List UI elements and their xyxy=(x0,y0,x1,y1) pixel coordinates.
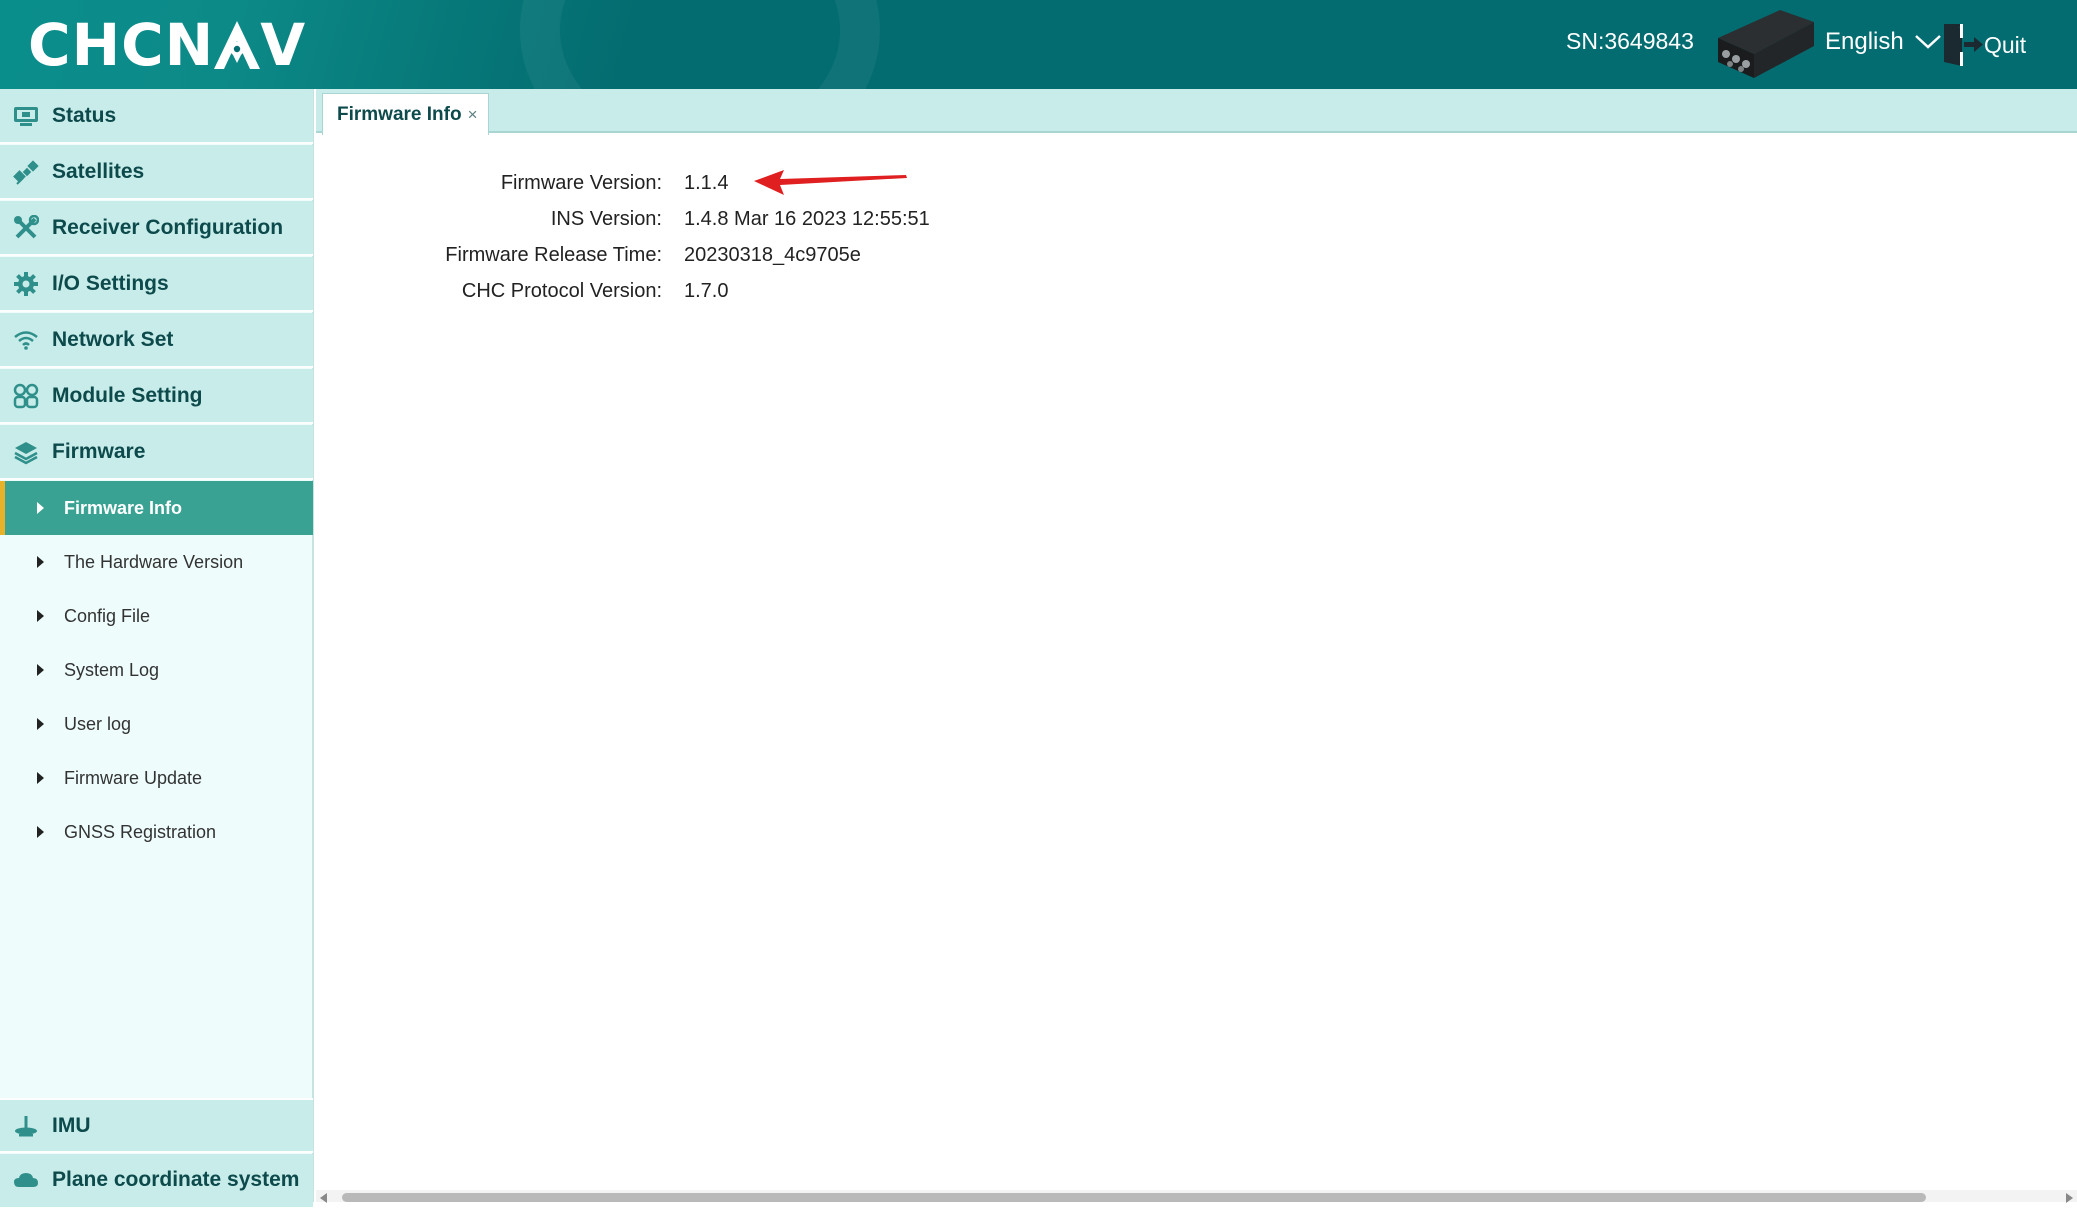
sidebar-subitem-user-log[interactable]: User log xyxy=(0,697,313,751)
info-key: INS Version: xyxy=(550,207,662,230)
info-value: 20230318_4c9705e xyxy=(684,243,861,266)
quit-button[interactable]: Quit xyxy=(1940,22,2026,68)
exit-door-icon xyxy=(1944,24,1983,66)
caret-right-icon xyxy=(37,718,44,730)
info-value: 1.7.0 xyxy=(684,279,729,302)
caret-right-icon xyxy=(37,664,44,676)
sidebar-item-label: Status xyxy=(52,103,117,127)
info-key: Firmware Version: xyxy=(500,171,662,194)
sidebar-item-io-settings[interactable]: I/O Settings xyxy=(0,257,313,312)
info-key: CHC Protocol Version: xyxy=(461,279,662,302)
sidebar-subitem-label: Firmware Update xyxy=(64,767,203,788)
sidebar-subitem-label: User log xyxy=(64,713,132,734)
language-selector[interactable]: English xyxy=(1825,28,1942,56)
modules-icon xyxy=(0,383,52,409)
sidebar-item-receiver-configuration[interactable]: Receiver Configuration xyxy=(0,201,313,256)
caret-right-icon xyxy=(37,826,44,838)
header-swoosh xyxy=(520,0,880,89)
sidebar-subitem-label: System Log xyxy=(64,659,160,680)
info-row-firmware-release-time: Firmware Release Time: 20230318_4c9705e xyxy=(316,240,861,270)
layers-icon xyxy=(0,439,52,465)
annotation-arrow-icon xyxy=(754,170,907,195)
receiver-device-image xyxy=(1718,10,1814,78)
imu-icon xyxy=(0,1114,52,1138)
gear-icon xyxy=(0,271,52,297)
sidebar-item-plane-coordinate-system[interactable]: Plane coordinate system xyxy=(0,1154,313,1209)
logo-text-right: V xyxy=(260,11,307,79)
scrollbar-thumb[interactable] xyxy=(342,1193,1926,1202)
firmware-info-panel: Firmware Version: 1.1.4 INS Version: 1.4… xyxy=(316,135,2077,1185)
info-row-ins-version: INS Version: 1.4.8 Mar 16 2023 12:55:51 xyxy=(316,204,930,234)
info-value: 1.1.4 xyxy=(684,171,729,194)
sidebar-item-label: Satellites xyxy=(52,159,145,183)
sidebar-subitem-label: The Hardware Version xyxy=(64,551,244,572)
monitor-icon xyxy=(0,104,52,128)
info-key: Firmware Release Time: xyxy=(445,243,662,266)
info-value: 1.4.8 Mar 16 2023 12:55:51 xyxy=(684,207,930,230)
sidebar-item-module-setting[interactable]: Module Setting xyxy=(0,369,313,424)
info-row-chc-protocol-version: CHC Protocol Version: 1.7.0 xyxy=(316,276,729,306)
sidebar-item-label: Plane coordinate system xyxy=(52,1168,300,1191)
close-icon[interactable]: × xyxy=(468,105,478,125)
horizontal-scrollbar[interactable] xyxy=(316,1190,2077,1203)
sidebar-subitem-label: Firmware Info xyxy=(64,497,183,518)
sidebar-subitem-firmware-update[interactable]: Firmware Update xyxy=(0,751,313,805)
sidebar-item-satellites[interactable]: Satellites xyxy=(0,145,313,200)
sidebar-subitem-firmware-info[interactable]: Firmware Info xyxy=(0,481,313,535)
sidebar-item-label: Firmware xyxy=(52,439,146,463)
tab-bar: Firmware Info × xyxy=(316,89,2077,135)
logo-text-left: CHCN xyxy=(28,11,215,79)
sidebar-subitem-hardware-version[interactable]: The Hardware Version xyxy=(0,535,313,589)
tab-firmware-info[interactable]: Firmware Info × xyxy=(322,93,489,135)
language-label: English xyxy=(1825,28,1904,55)
sidebar-subitem-gnss-registration[interactable]: GNSS Registration xyxy=(0,805,313,859)
top-header: CHCN V SN:3649843 English Quit xyxy=(0,0,2077,89)
sidebar-item-label: I/O Settings xyxy=(52,271,169,295)
chcnav-logo: CHCN V xyxy=(28,11,307,79)
sidebar-item-label: IMU xyxy=(52,1113,91,1137)
sidebar-subitem-label: GNSS Registration xyxy=(64,821,217,842)
sidebar-item-firmware[interactable]: Firmware xyxy=(0,425,313,480)
sidebar-item-network-set[interactable]: Network Set xyxy=(0,313,313,368)
sidebar-subitem-label: Config File xyxy=(64,605,151,626)
sidebar-subitem-config-file[interactable]: Config File xyxy=(0,589,313,643)
chevron-down-icon xyxy=(1914,35,1941,49)
sidebar-item-status[interactable]: Status xyxy=(0,89,313,144)
satellite-icon xyxy=(0,159,52,185)
serial-number: SN:3649843 xyxy=(1566,28,1694,54)
logo-a-pin-icon xyxy=(214,21,261,69)
caret-right-icon xyxy=(37,556,44,568)
caret-right-icon xyxy=(37,502,44,514)
sidebar-item-label: Module Setting xyxy=(52,383,203,407)
wifi-icon xyxy=(0,329,52,351)
quit-label: Quit xyxy=(1984,31,2027,58)
tools-icon xyxy=(0,214,52,241)
sidebar-item-label: Receiver Configuration xyxy=(52,215,284,239)
sidebar-item-imu[interactable]: IMU xyxy=(0,1098,313,1153)
sidebar: Status Satellites Receiver Configuration xyxy=(0,89,314,1209)
tab-label: Firmware Info xyxy=(337,103,462,125)
sidebar-subitem-system-log[interactable]: System Log xyxy=(0,643,313,697)
cloud-icon xyxy=(0,1168,52,1189)
sidebar-item-label: Network Set xyxy=(52,327,174,351)
caret-right-icon xyxy=(37,610,44,622)
caret-right-icon xyxy=(37,772,44,784)
info-row-firmware-version: Firmware Version: 1.1.4 xyxy=(316,168,729,198)
